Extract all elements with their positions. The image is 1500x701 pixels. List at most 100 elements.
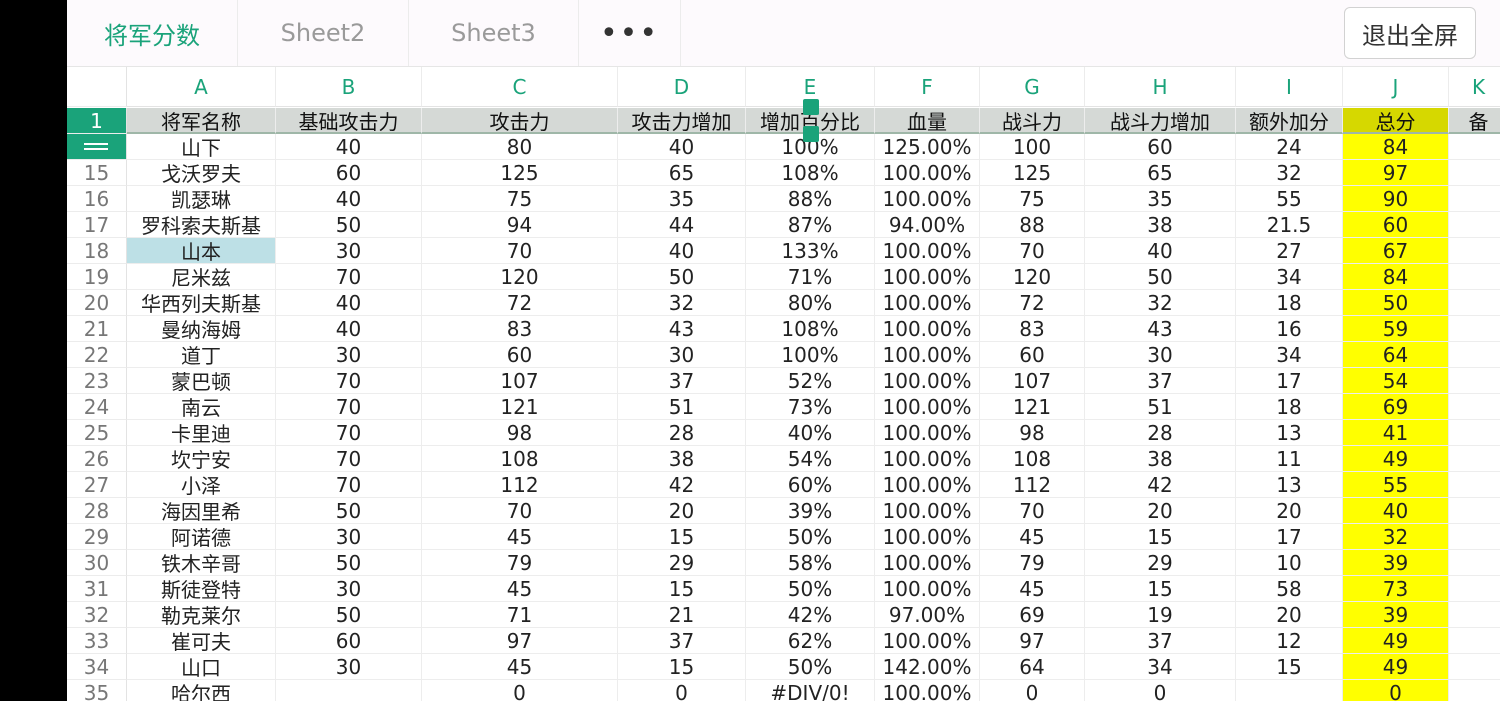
cell-d-19[interactable]: 50 [618,264,746,290]
cell-h-frozen[interactable]: 60 [1085,134,1236,160]
row-header-24[interactable]: 24 [67,394,127,420]
cell-b-35[interactable] [276,680,422,701]
header-cell-d[interactable]: 攻击力增加 [618,108,746,134]
cell-d-16[interactable]: 35 [618,186,746,212]
header-cell-b[interactable]: 基础攻击力 [276,108,422,134]
cell-j-30[interactable]: 39 [1343,550,1449,576]
cell-a-16[interactable]: 凯瑟琳 [127,186,276,212]
cell-e-16[interactable]: 88% [746,186,875,212]
cell-i-30[interactable]: 10 [1236,550,1343,576]
cell-k-28[interactable] [1449,498,1500,524]
row-header-32[interactable]: 32 [67,602,127,628]
tab-sheet3[interactable]: Sheet3 [409,0,579,66]
cell-g-19[interactable]: 120 [980,264,1085,290]
cell-f-34[interactable]: 142.00% [875,654,980,680]
cell-k-34[interactable] [1449,654,1500,680]
cell-i-35[interactable] [1236,680,1343,701]
cell-e-21[interactable]: 108% [746,316,875,342]
cell-c-18[interactable]: 70 [422,238,618,264]
cell-e-27[interactable]: 60% [746,472,875,498]
header-cell-a[interactable]: 将军名称 [127,108,276,134]
cell-c-35[interactable]: 0 [422,680,618,701]
cell-i-32[interactable]: 20 [1236,602,1343,628]
cell-k-31[interactable] [1449,576,1500,602]
cell-f-29[interactable]: 100.00% [875,524,980,550]
cell-k-frozen[interactable] [1449,134,1500,160]
cell-j-35[interactable]: 0 [1343,680,1449,701]
cell-a-15[interactable]: 戈沃罗夫 [127,160,276,186]
row-header-21[interactable]: 21 [67,316,127,342]
cell-f-frozen[interactable]: 125.00% [875,134,980,160]
cell-g-16[interactable]: 75 [980,186,1085,212]
cell-h-21[interactable]: 43 [1085,316,1236,342]
cell-c-16[interactable]: 75 [422,186,618,212]
cell-c-frozen[interactable]: 80 [422,134,618,160]
cell-e-28[interactable]: 39% [746,498,875,524]
cell-c-31[interactable]: 45 [422,576,618,602]
cell-c-30[interactable]: 79 [422,550,618,576]
cell-g-26[interactable]: 108 [980,446,1085,472]
cell-a-30[interactable]: 铁木辛哥 [127,550,276,576]
column-header-d[interactable]: D [618,67,746,107]
cell-c-29[interactable]: 45 [422,524,618,550]
cell-d-17[interactable]: 44 [618,212,746,238]
cell-f-16[interactable]: 100.00% [875,186,980,212]
cell-f-31[interactable]: 100.00% [875,576,980,602]
cell-d-32[interactable]: 21 [618,602,746,628]
cell-d-20[interactable]: 32 [618,290,746,316]
cell-b-24[interactable]: 70 [276,394,422,420]
column-header-a[interactable]: A [127,67,276,107]
cell-e-25[interactable]: 40% [746,420,875,446]
cell-f-18[interactable]: 100.00% [875,238,980,264]
cell-b-21[interactable]: 40 [276,316,422,342]
cell-h-33[interactable]: 37 [1085,628,1236,654]
cell-b-30[interactable]: 50 [276,550,422,576]
cell-c-25[interactable]: 98 [422,420,618,446]
select-all-corner[interactable] [67,67,127,107]
row-header-30[interactable]: 30 [67,550,127,576]
cell-k-25[interactable] [1449,420,1500,446]
row-header-16[interactable]: 16 [67,186,127,212]
cell-d-22[interactable]: 30 [618,342,746,368]
header-cell-k[interactable]: 备 [1449,108,1500,134]
cell-d-34[interactable]: 15 [618,654,746,680]
more-tabs-button[interactable]: ••• [579,0,681,66]
cell-i-22[interactable]: 34 [1236,342,1343,368]
cell-c-32[interactable]: 71 [422,602,618,628]
cell-i-16[interactable]: 55 [1236,186,1343,212]
cell-c-23[interactable]: 107 [422,368,618,394]
row-header-22[interactable]: 22 [67,342,127,368]
cell-i-23[interactable]: 17 [1236,368,1343,394]
cell-i-34[interactable]: 15 [1236,654,1343,680]
cell-j-20[interactable]: 50 [1343,290,1449,316]
cell-i-18[interactable]: 27 [1236,238,1343,264]
cell-a-31[interactable]: 斯徒登特 [127,576,276,602]
cell-c-15[interactable]: 125 [422,160,618,186]
selection-handle-bottom[interactable] [802,126,819,142]
header-cell-c[interactable]: 攻击力 [422,108,618,134]
cell-f-19[interactable]: 100.00% [875,264,980,290]
cell-h-16[interactable]: 35 [1085,186,1236,212]
cell-b-20[interactable]: 40 [276,290,422,316]
cell-i-33[interactable]: 12 [1236,628,1343,654]
cell-i-17[interactable]: 21.5 [1236,212,1343,238]
cell-b-22[interactable]: 30 [276,342,422,368]
cell-g-23[interactable]: 107 [980,368,1085,394]
cell-b-23[interactable]: 70 [276,368,422,394]
cell-e-18[interactable]: 133% [746,238,875,264]
cell-h-26[interactable]: 38 [1085,446,1236,472]
cell-a-18[interactable]: 山本 [127,238,276,264]
cell-e-26[interactable]: 54% [746,446,875,472]
cell-f-28[interactable]: 100.00% [875,498,980,524]
cell-k-27[interactable] [1449,472,1500,498]
cell-a-17[interactable]: 罗科索夫斯基 [127,212,276,238]
cell-f-21[interactable]: 100.00% [875,316,980,342]
cell-i-21[interactable]: 16 [1236,316,1343,342]
cell-h-28[interactable]: 20 [1085,498,1236,524]
row-header-34[interactable]: 34 [67,654,127,680]
cell-d-24[interactable]: 51 [618,394,746,420]
cell-k-26[interactable] [1449,446,1500,472]
cell-f-15[interactable]: 100.00% [875,160,980,186]
column-header-k[interactable]: K [1449,67,1500,107]
row-header-1[interactable]: 1 [67,108,127,134]
